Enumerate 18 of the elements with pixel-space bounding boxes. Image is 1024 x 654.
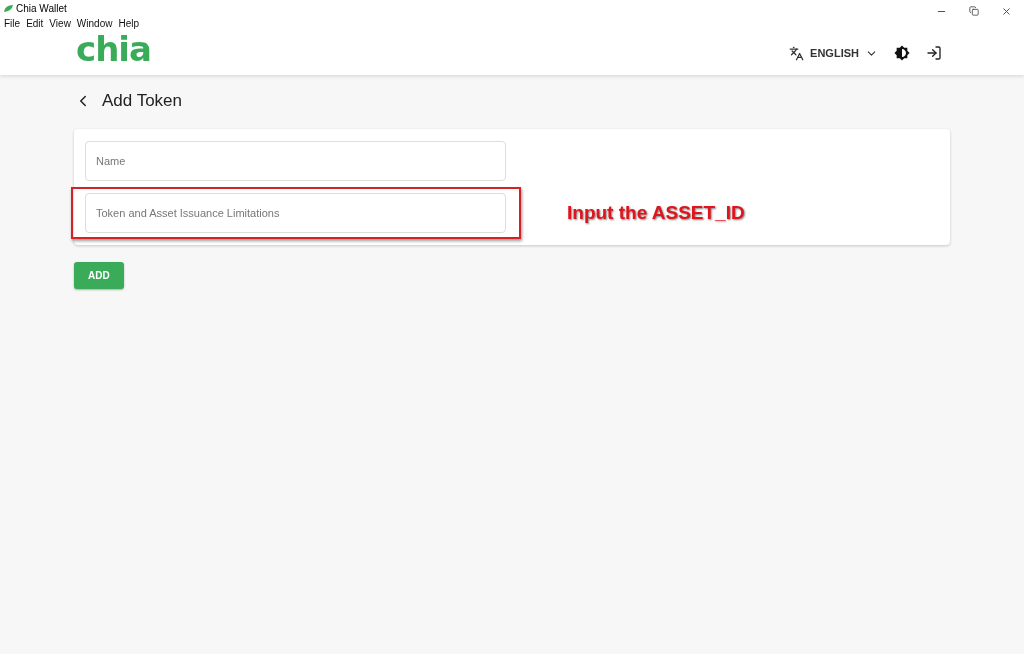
exit-icon <box>926 45 942 61</box>
menu-item[interactable]: Help <box>118 18 139 29</box>
annotation-text: Input the ASSET_ID <box>567 202 745 224</box>
menu-item[interactable]: Edit <box>26 18 44 29</box>
close-icon[interactable] <box>1001 5 1012 17</box>
page-title: Add Token <box>102 91 183 111</box>
leaf-icon <box>4 4 13 12</box>
window-title: Chia Wallet <box>16 2 68 14</box>
menu-item[interactable]: View <box>49 18 71 29</box>
menu-item[interactable]: Window <box>76 18 113 29</box>
logo: chia <box>76 32 152 66</box>
text-field[interactable]: Name <box>85 141 506 181</box>
brightness-icon <box>894 45 910 61</box>
menu-item[interactable]: File <box>4 18 21 29</box>
translate-icon <box>789 45 805 61</box>
text-field[interactable]: Token and Asset Issuance Limitations <box>85 193 506 233</box>
restore-icon[interactable] <box>969 5 979 16</box>
language-selector[interactable]: ENGLISH <box>785 41 882 65</box>
